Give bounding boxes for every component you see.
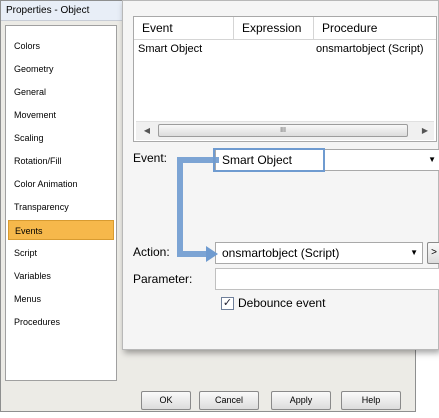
cancel-button[interactable]: Cancel bbox=[199, 391, 259, 410]
table-header: Event Expression Procedure bbox=[134, 17, 436, 40]
column-header-procedure[interactable]: Procedure bbox=[314, 17, 438, 39]
event-table: Event Expression Procedure Smart Object … bbox=[133, 16, 437, 142]
sidebar-item-rotation-fill[interactable]: Rotation/Fill bbox=[8, 151, 114, 171]
sidebar-item-geometry[interactable]: Geometry bbox=[8, 59, 114, 79]
horizontal-scrollbar[interactable]: ◀ III ▶ bbox=[136, 121, 434, 140]
table-row[interactable]: Smart Object onsmartobject (Script) bbox=[134, 41, 436, 57]
category-list: Colors Geometry General Movement Scaling… bbox=[5, 25, 117, 381]
sidebar-item-scaling[interactable]: Scaling bbox=[8, 128, 114, 148]
sidebar-item-color-animation[interactable]: Color Animation bbox=[8, 174, 114, 194]
checkmark-icon: ✓ bbox=[222, 297, 233, 309]
sidebar-item-variables[interactable]: Variables bbox=[8, 266, 114, 286]
sidebar-item-procedures[interactable]: Procedures bbox=[8, 312, 114, 332]
debounce-label: Debounce event bbox=[238, 296, 326, 310]
sidebar-item-menus[interactable]: Menus bbox=[8, 289, 114, 309]
cell-procedure: onsmartobject (Script) bbox=[316, 43, 424, 55]
sidebar-item-script[interactable]: Script bbox=[8, 243, 114, 263]
sidebar-item-transparency[interactable]: Transparency bbox=[8, 197, 114, 217]
parameter-label: Parameter: bbox=[133, 272, 193, 286]
window-title: Properties - Object bbox=[1, 1, 123, 21]
event-dropdown[interactable]: Smart Object ▼ bbox=[215, 149, 439, 171]
events-panel: Event Expression Procedure Smart Object … bbox=[122, 0, 439, 350]
event-label: Event: bbox=[133, 151, 168, 165]
event-dropdown-value: Smart Object bbox=[222, 153, 293, 167]
ok-button[interactable]: OK bbox=[141, 391, 191, 410]
debounce-checkbox[interactable]: ✓ bbox=[221, 297, 234, 310]
sidebar-item-general[interactable]: General bbox=[8, 82, 114, 102]
chevron-down-icon: ▼ bbox=[410, 248, 418, 257]
scrollbar-thumb[interactable]: III bbox=[158, 124, 408, 137]
arrow-right-icon[interactable]: ▶ bbox=[418, 124, 432, 138]
sidebar-item-colors[interactable]: Colors bbox=[8, 36, 114, 56]
cell-event: Smart Object bbox=[138, 43, 203, 55]
arrow-left-icon[interactable]: ◀ bbox=[140, 124, 154, 138]
column-header-event[interactable]: Event bbox=[134, 17, 234, 39]
action-dropdown[interactable]: onsmartobject (Script) ▼ bbox=[215, 242, 423, 264]
sidebar-item-movement[interactable]: Movement bbox=[8, 105, 114, 125]
parameter-input[interactable] bbox=[215, 268, 439, 290]
apply-button[interactable]: Apply bbox=[271, 391, 331, 410]
action-browse-button[interactable]: > bbox=[427, 242, 439, 264]
action-label: Action: bbox=[133, 245, 170, 259]
action-dropdown-value: onsmartobject (Script) bbox=[222, 246, 340, 260]
column-header-expression[interactable]: Expression bbox=[234, 17, 314, 39]
sidebar-item-events[interactable]: Events bbox=[8, 220, 114, 240]
chevron-down-icon: ▼ bbox=[428, 155, 436, 164]
help-button[interactable]: Help bbox=[341, 391, 401, 410]
